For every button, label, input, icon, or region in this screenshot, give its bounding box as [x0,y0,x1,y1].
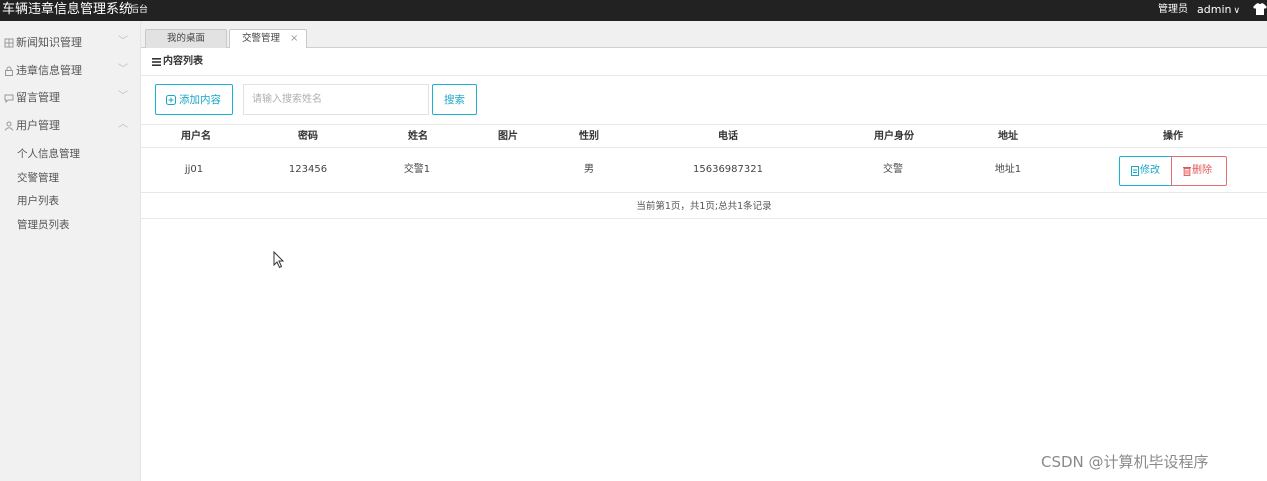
sidebar: 新闻知识管理 ﹀ 违章信息管理 ﹀ 留言管理 ﹀ 用户管理 ︿ 个人信息管理 交… [0,21,141,481]
section-title: 内容列表 [163,56,203,67]
add-content-button[interactable]: 添加内容 [155,84,233,115]
column-header-actions: 操作 [1163,131,1183,142]
shirt-icon[interactable] [1253,2,1267,16]
username: admin [1197,3,1232,16]
pagination-info: 当前第1页，共1页;总共1条记录 [141,193,1267,219]
sidebar-group-label: 违章信息管理 [16,64,82,77]
sidebar-group-messages[interactable]: 留言管理 ﹀ [0,86,140,110]
watermark: CSDN @计算机毕设程序 [1041,453,1209,471]
column-header-image: 图片 [498,131,518,142]
chat-icon [4,94,14,103]
chevron-up-icon: ︿ [118,119,128,130]
cell-address: 地址1 [994,164,1022,175]
close-icon[interactable]: × [290,30,298,47]
cell-password: 123456 [288,164,328,175]
edit-button[interactable]: 修改 [1119,156,1172,186]
chevron-down-icon: ﹀ [118,91,128,102]
tab-label: 交警管理 [242,33,281,44]
cell-name: 交警1 [403,164,431,175]
column-header-username: 用户名 [181,131,211,142]
main-content: 内容列表 添加内容 搜索 用户名 密码 姓名 图片 性别 电话 用户身份 地址 … [141,48,1267,481]
sidebar-group-news[interactable]: 新闻知识管理 ﹀ [0,31,140,55]
sidebar-item-user-list[interactable]: 用户列表 [17,194,59,208]
tab-bar: 我的桌面 交警管理 × [141,21,1267,49]
cell-username: jj01 [184,164,204,175]
section-header: 内容列表 [141,48,1267,76]
column-header-address: 地址 [998,131,1018,142]
trash-icon [1183,167,1191,176]
plus-circle-icon [166,95,176,105]
sidebar-group-label: 新闻知识管理 [16,36,82,49]
app-title: 车辆违章信息管理系统 [2,2,133,17]
mouse-cursor-icon [273,251,285,269]
user-menu[interactable]: admin ∨ [1197,2,1240,19]
grid-icon [4,38,14,48]
sidebar-item-profile[interactable]: 个人信息管理 [17,147,80,161]
edit-label: 修改 [1140,165,1160,176]
sidebar-group-violation[interactable]: 违章信息管理 ﹀ [0,59,140,83]
search-input[interactable] [243,84,429,115]
cell-identity: 交警 [883,164,903,175]
chevron-down-icon: ﹀ [118,36,128,47]
delete-button[interactable]: 删除 [1171,156,1227,186]
add-content-label: 添加内容 [179,94,221,106]
cell-phone: 15636987321 [693,164,763,175]
cell-gender: 男 [584,164,594,175]
search-button[interactable]: 搜索 [432,84,477,115]
column-header-gender: 性别 [579,131,599,142]
edit-icon [1131,166,1139,176]
top-header: 车辆违章信息管理系统 后台 管理员 admin ∨ [0,0,1267,21]
delete-label: 删除 [1192,165,1212,176]
tab-home[interactable]: 我的桌面 [145,29,227,48]
sidebar-group-users[interactable]: 用户管理 ︿ [0,114,140,138]
tab-traffic-police[interactable]: 交警管理 × [229,29,307,49]
sidebar-item-admin-list[interactable]: 管理员列表 [17,218,70,232]
list-icon [152,58,161,66]
app-subtitle: 后台 [130,5,149,15]
user-icon [4,121,14,131]
column-header-password: 密码 [298,131,318,142]
table-header-row: 用户名 密码 姓名 图片 性别 电话 用户身份 地址 操作 [141,124,1267,148]
column-header-phone: 电话 [718,131,738,142]
pagination-text: 当前第1页，共1页;总共1条记录 [636,201,772,212]
column-header-identity: 用户身份 [874,131,914,142]
chevron-down-icon: ∨ [1233,6,1241,16]
column-header-name: 姓名 [408,131,428,142]
role-label: 管理员 [1158,4,1188,15]
table-row: jj01 123456 交警1 男 15636987321 交警 地址1 修改 [141,148,1267,193]
sidebar-group-label: 用户管理 [16,119,60,132]
sidebar-group-label: 留言管理 [16,91,60,104]
lock-icon [5,66,13,76]
chevron-down-icon: ﹀ [118,64,128,75]
sidebar-item-traffic-police[interactable]: 交警管理 [17,171,59,185]
